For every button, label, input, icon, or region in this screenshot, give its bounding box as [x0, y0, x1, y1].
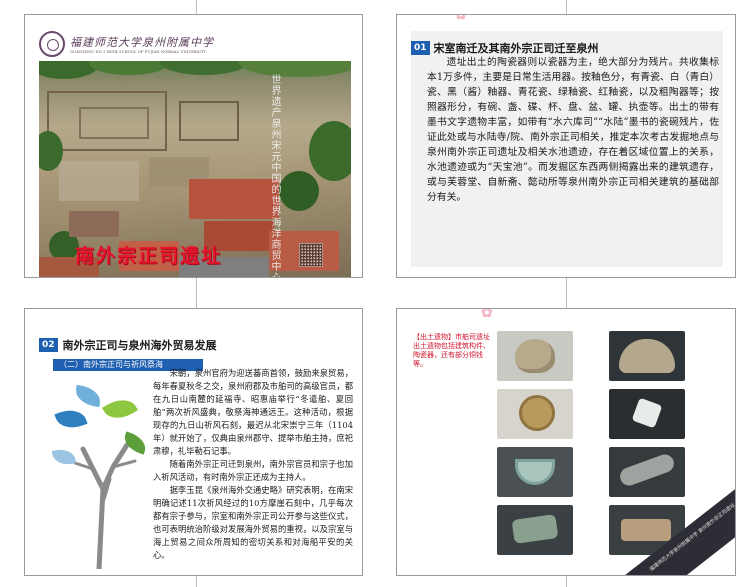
- paragraph-2: 随着南外宗正司迁到泉州，南外宗官员和宗子也加入祈风活动，有时南外宗正还成为主持人…: [153, 459, 353, 482]
- slide-section-01[interactable]: ✿ 01 宋室南迁及其南外宗正司迁至泉州 遗址出土的陶瓷器则以瓷器为主，绝大部分…: [396, 14, 736, 278]
- grid-line-mid-left: [196, 278, 197, 308]
- section-title: 宋室南迁及其南外宗正司迁至泉州: [433, 42, 599, 55]
- grid-line-top-right: [566, 0, 567, 14]
- tile-ceramic-pieces: [609, 447, 685, 497]
- artifact-note: 【出土遗物】市舶司遗址出土遗物包括建筑构件、陶瓷器，还有部分铜钱等。: [413, 333, 490, 368]
- slide-cover[interactable]: 福建师范大学泉州附属中学 QUANZHOU NO.1 HIGH SCHOOL O…: [24, 14, 363, 278]
- tile-stone-fragment: [497, 331, 573, 381]
- paragraph-1: 宋朝，泉州官府为迎送蕃商首领，鼓励来泉贸易，每年春夏秋冬之交，泉州府郡及市舶司的…: [153, 368, 353, 456]
- grid-line-mid-right: [566, 278, 567, 308]
- paragraph-3: 据李玉昆《泉州海外交通史略》研究表明，在南宋明确记述11次祈风经过的10方摩崖石…: [153, 485, 353, 560]
- section-title: 南外宗正司与泉州海外贸易发展: [62, 339, 217, 352]
- section-body-text: 遗址出土的陶瓷器则以瓷器为主，绝大部分为残片。共收集标本1万多件，主要是日常生活…: [427, 57, 719, 203]
- tile-white-shard: [609, 389, 685, 439]
- grid-line-bottom-left: [196, 576, 197, 587]
- school-seal-logo: [39, 31, 65, 57]
- overlay-vertical-text: 世界遗产泉州宋元中国的世界海洋商贸中心: [271, 75, 282, 277]
- section-number: 01: [411, 41, 430, 55]
- tile-bronze-coin: [497, 389, 573, 439]
- school-header: 福建师范大学泉州附属中学 QUANZHOU NO.1 HIGH SCHOOL O…: [39, 29, 214, 59]
- tile-carved-brick: [609, 331, 685, 381]
- tile-green-fragment: [497, 505, 573, 555]
- slide-section-02[interactable]: 02 南外宗正司与泉州海外贸易发展 （二）南外宗正司与祈风祭海 宋朝，泉州官府为…: [24, 308, 363, 576]
- tree-illustration: [51, 379, 153, 572]
- section-number: 02: [39, 338, 58, 352]
- section-body-text: 宋朝，泉州官府为迎送蕃商首领，鼓励来泉贸易，每年春夏秋冬之交，泉州府郡及市舶司的…: [153, 367, 353, 562]
- pink-decoration: ✿: [481, 308, 493, 321]
- section-header: 02 南外宗正司与泉州海外贸易发展: [39, 337, 217, 353]
- pink-decoration: ✿: [455, 14, 467, 23]
- school-name-cn: 福建师范大学泉州附属中学: [70, 36, 214, 49]
- grid-line-top-center: [196, 0, 197, 14]
- school-name-en: QUANZHOU NO.1 HIGH SCHOOL OF FUJIAN NORM…: [70, 50, 207, 54]
- grid-line-bottom-right: [566, 576, 567, 587]
- cover-title: 南外宗正司遗址: [75, 245, 223, 267]
- slide-artifacts[interactable]: ✿ 【出土遗物】市舶司遗址出土遗物包括建筑构件、陶瓷器，还有部分铜钱等。 福建师…: [396, 308, 736, 576]
- tile-celadon-bowl: [497, 447, 573, 497]
- qr-code: [299, 243, 323, 267]
- section-header: 01 宋室南迁及其南外宗正司迁至泉州: [411, 40, 599, 56]
